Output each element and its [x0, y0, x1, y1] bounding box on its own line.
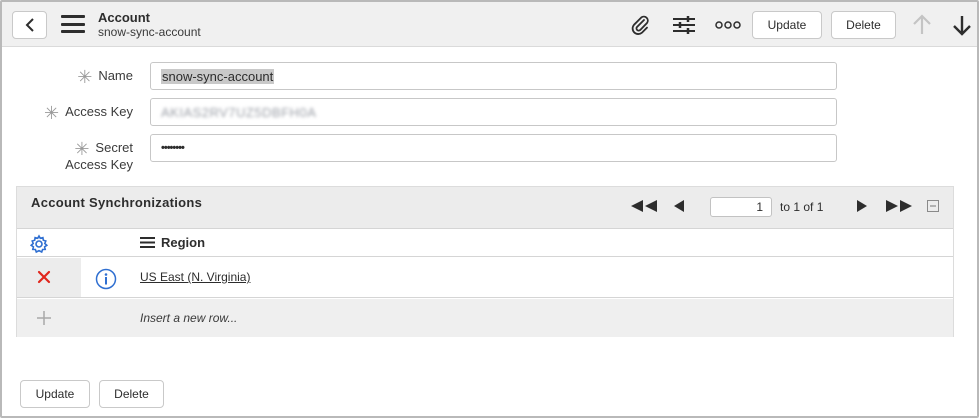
secret-access-key-value: •••••••• [161, 142, 185, 154]
required-icon: ✳ [74, 139, 90, 159]
collapse-icon[interactable] [926, 196, 940, 216]
plus-icon[interactable] [36, 310, 52, 329]
column-header-row: Region [17, 230, 953, 257]
first-page-icon[interactable] [629, 196, 659, 216]
footer-delete-button[interactable]: Delete [99, 380, 164, 408]
delete-row-icon[interactable] [37, 270, 51, 287]
form-title-block: Account snow-sync-account [98, 10, 201, 40]
delete-button[interactable]: Delete [831, 11, 896, 39]
page-number-input[interactable]: 1 [710, 197, 772, 217]
secret-access-key-label: ✳ Secret Access Key [42, 140, 133, 173]
required-icon: ✳ [77, 67, 93, 87]
region-column-header[interactable]: Region [140, 235, 205, 250]
form-header: Account snow-sync-account Update Delete [2, 2, 977, 47]
secret-label-line2: Access Key [65, 157, 133, 172]
insert-row-placeholder: Insert a new row... [140, 311, 238, 325]
table-row: US East (N. Virginia) [17, 258, 953, 298]
form-window: Account snow-sync-account Update Delete [0, 0, 979, 418]
footer-update-button[interactable]: Update [20, 380, 90, 408]
page-subtitle: snow-sync-account [98, 25, 201, 39]
gear-icon[interactable] [29, 234, 49, 257]
back-button[interactable] [12, 11, 47, 39]
related-list-title: Account Synchronizations [31, 195, 203, 210]
access-key-value: AKIAS2RV7UZ5DBFH0A [161, 104, 317, 120]
arrow-down-icon[interactable] [950, 14, 974, 36]
secret-label-line1: Secret [95, 140, 133, 155]
region-column-label: Region [161, 235, 206, 250]
name-field-value: snow-sync-account [161, 68, 275, 84]
access-key-field[interactable]: AKIAS2RV7UZ5DBFH0A [150, 98, 837, 126]
last-page-icon[interactable] [884, 196, 914, 216]
update-button[interactable]: Update [752, 11, 822, 39]
paperclip-icon[interactable] [628, 14, 652, 36]
settings-sliders-icon[interactable] [671, 14, 697, 36]
account-synchronizations-list: Account Synchronizations 1 to 1 of 1 Reg… [16, 186, 954, 337]
region-link[interactable]: US East (N. Virginia) [140, 270, 250, 284]
secret-access-key-field[interactable]: •••••••• [150, 134, 837, 162]
name-label-text: Name [98, 68, 133, 83]
menu-icon[interactable] [61, 15, 85, 33]
page-range-text: to 1 of 1 [780, 200, 824, 214]
insert-new-row[interactable]: Insert a new row... [17, 299, 953, 337]
info-icon[interactable] [95, 268, 117, 293]
access-key-label-text: Access Key [65, 104, 133, 119]
name-field[interactable]: snow-sync-account [150, 62, 837, 90]
name-label: ✳ Name [42, 67, 133, 87]
back-icon [25, 18, 34, 32]
next-page-icon[interactable] [855, 196, 869, 216]
column-menu-icon [140, 237, 155, 248]
previous-page-icon[interactable] [672, 196, 686, 216]
page-title: Account [98, 10, 150, 25]
related-list-header: Account Synchronizations 1 to 1 of 1 [17, 187, 953, 229]
access-key-label: ✳ Access Key [22, 103, 133, 123]
required-icon: ✳ [43, 103, 60, 123]
more-icon[interactable] [714, 14, 742, 36]
arrow-up-icon[interactable] [910, 14, 934, 36]
